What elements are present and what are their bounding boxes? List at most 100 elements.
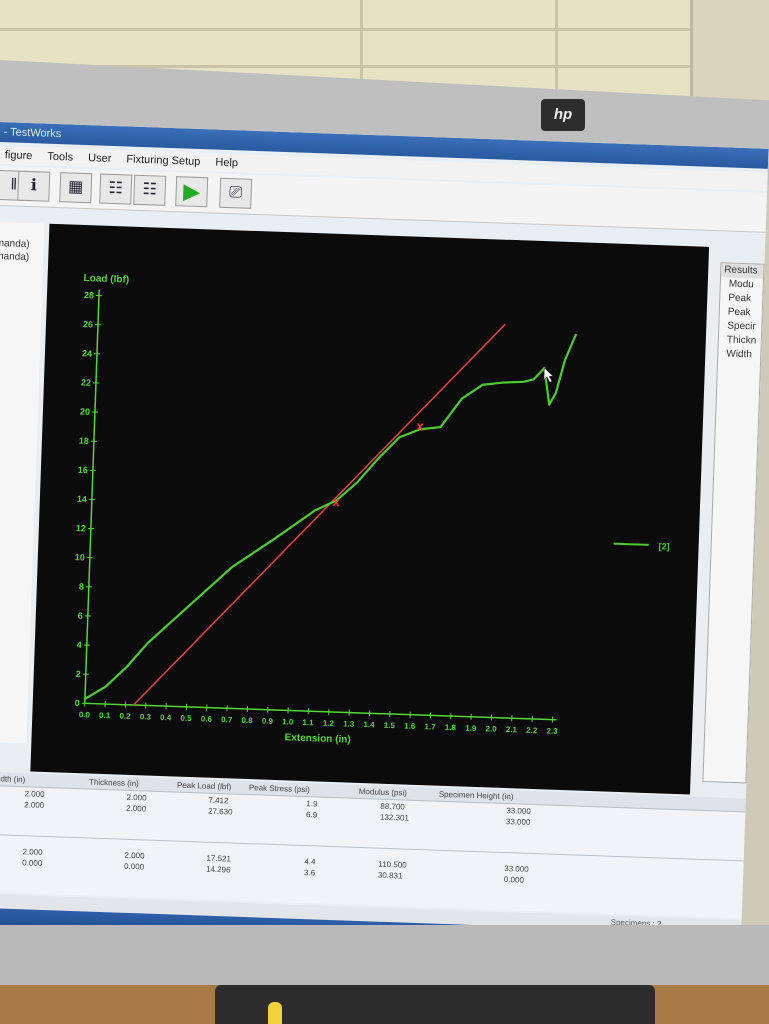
table-cell: 3.6	[303, 868, 316, 878]
results-item[interactable]: Modu	[721, 277, 763, 292]
table-cell: 17.521	[206, 853, 232, 864]
y-tick-label: 2	[76, 669, 81, 679]
table-cell: 27.630	[207, 806, 233, 817]
y-tick-label: 12	[76, 523, 86, 533]
info-icon[interactable]: ℹ	[17, 170, 51, 202]
load-extension-chart: 0 2 4 6 8 10 12 14 16 18 20 22 24 26 28 0.0 0.1 0.2 0.3 0.4…	[30, 223, 710, 795]
door-frame	[690, 0, 769, 110]
x-tick-label: 1.7	[424, 722, 436, 731]
y-tick-label: 4	[77, 640, 82, 650]
results-item[interactable]: Peak	[720, 291, 762, 306]
x-tick-label: 2.0	[485, 724, 497, 733]
y-tick-label: 10	[75, 552, 85, 562]
col-specimen-height[interactable]: Specimen Height (in)	[439, 790, 514, 802]
col-peak-load[interactable]: Peak Load (lbf)	[177, 781, 232, 792]
y-tick-label: 28	[84, 290, 94, 300]
window-title: - TestWorks	[3, 126, 62, 141]
chart-svg: 02468101214161820222426280.0 0.1 0.2 0.3 0.4…	[75, 273, 670, 746]
monitor-bezel-bottom	[0, 925, 769, 985]
x-tick-label: 0.8	[241, 716, 253, 725]
x-tick-label: 0.9	[262, 717, 274, 726]
y-axis-title: Load (lbf)	[83, 273, 129, 286]
table-cell: 132.301	[379, 812, 410, 823]
pencil	[268, 1002, 282, 1024]
table-cell: 4.4	[304, 857, 316, 867]
col-thickness[interactable]: Thickness (in)	[89, 778, 139, 789]
table-cell: 88.700	[380, 801, 405, 812]
play-icon[interactable]: ▶	[175, 176, 209, 208]
table-cell: 6.9	[305, 810, 318, 820]
x-tick-label: 1.5	[384, 721, 396, 730]
x-tick-label: 1.0	[282, 717, 294, 726]
results-header: Results	[721, 263, 764, 279]
x-tick-label: 1.8	[445, 723, 457, 732]
y-tick-label: 0	[75, 698, 80, 708]
table-cell: 2.000	[124, 850, 145, 861]
x-tick-label: 1.4	[363, 720, 375, 729]
grid-icon[interactable]: ▦	[59, 172, 93, 204]
menu-user[interactable]: User	[82, 149, 118, 168]
y-tick-label: 18	[79, 436, 89, 446]
menu-configure[interactable]: figure	[0, 146, 39, 165]
menu-help[interactable]: Help	[209, 153, 244, 172]
y-tick-label: 26	[83, 319, 93, 329]
x-tick-label: 0.0	[79, 710, 91, 719]
table-cell: 2.000	[126, 792, 147, 803]
x-tick-label: 0.1	[99, 711, 111, 720]
legend-label: [2]	[658, 541, 669, 551]
x-tick-label: 0.5	[180, 714, 192, 723]
y-tick-label: 20	[80, 407, 90, 417]
y-tick-label: 14	[77, 494, 87, 504]
x-tick-label: 1.9	[465, 724, 477, 733]
calculator-icon[interactable]: ☷	[99, 173, 133, 205]
results-table: Width (in) Thickness (in) Peak Load (lbf…	[0, 771, 746, 919]
y-tick-label: 24	[82, 348, 92, 358]
modulus-fit-line	[133, 323, 506, 706]
menu-tools[interactable]: Tools	[41, 147, 79, 166]
table-cell: 1.9	[306, 799, 318, 809]
hp-logo: hp	[541, 99, 585, 131]
x-axis-line	[84, 702, 557, 721]
table-cell: 33.000	[505, 817, 531, 827]
table-cell: 14.296	[205, 864, 231, 875]
series-line	[84, 333, 578, 700]
specimen-list-item[interactable]: manda)	[0, 250, 44, 265]
peak-marker: x	[332, 494, 341, 509]
table-cell: 2.000	[24, 800, 45, 810]
y-tick-label: 6	[78, 611, 83, 621]
results-item[interactable]: Thickn	[719, 333, 761, 348]
x-tick-label: 0.6	[201, 714, 213, 723]
col-width[interactable]: Width (in)	[0, 774, 25, 784]
y-tick-label: 8	[79, 581, 84, 591]
table-cell: 0.000	[123, 861, 145, 872]
table-cell: 0.000	[22, 858, 43, 868]
table-cell: 2.000	[125, 803, 147, 814]
calculator-icon[interactable]: ☷	[133, 174, 167, 206]
x-tick-label: 1.2	[323, 719, 335, 728]
legend-swatch	[613, 542, 649, 546]
x-tick-label: 2.3	[546, 726, 558, 735]
x-tick-label: 1.6	[404, 721, 416, 730]
peak-marker: x	[416, 418, 425, 433]
x-tick-label: 0.4	[160, 713, 172, 722]
col-peak-stress[interactable]: Peak Stress (psi)	[249, 783, 310, 794]
results-panel: Results Modu Peak Peak Specir Thickn Wid…	[702, 262, 765, 784]
table-cell: 30.831	[377, 870, 403, 881]
col-modulus[interactable]: Modulus (psi)	[359, 787, 407, 798]
table-cell: 33.000	[506, 806, 531, 816]
results-item[interactable]: Specir	[719, 319, 761, 334]
y-tick-label: 16	[78, 465, 88, 475]
x-tick-label: 2.1	[506, 725, 518, 734]
table-cell: 110.500	[378, 859, 407, 870]
x-axis-title: Extension (in)	[284, 732, 350, 745]
monitor-screen: - TestWorks figure Tools User Fixturing …	[0, 122, 769, 957]
table-cell: 0.000	[503, 875, 525, 885]
x-tick-label: 0.2	[119, 712, 131, 721]
x-tick-label: 1.1	[302, 718, 314, 727]
exit-door-icon[interactable]: ⎚	[219, 177, 253, 209]
x-tick-label: 1.3	[343, 719, 355, 728]
results-item[interactable]: Peak	[720, 305, 762, 320]
menu-fixturing-setup[interactable]: Fixturing Setup	[120, 150, 207, 171]
table-cell: 7.412	[208, 795, 229, 806]
results-item[interactable]: Width	[718, 347, 760, 362]
